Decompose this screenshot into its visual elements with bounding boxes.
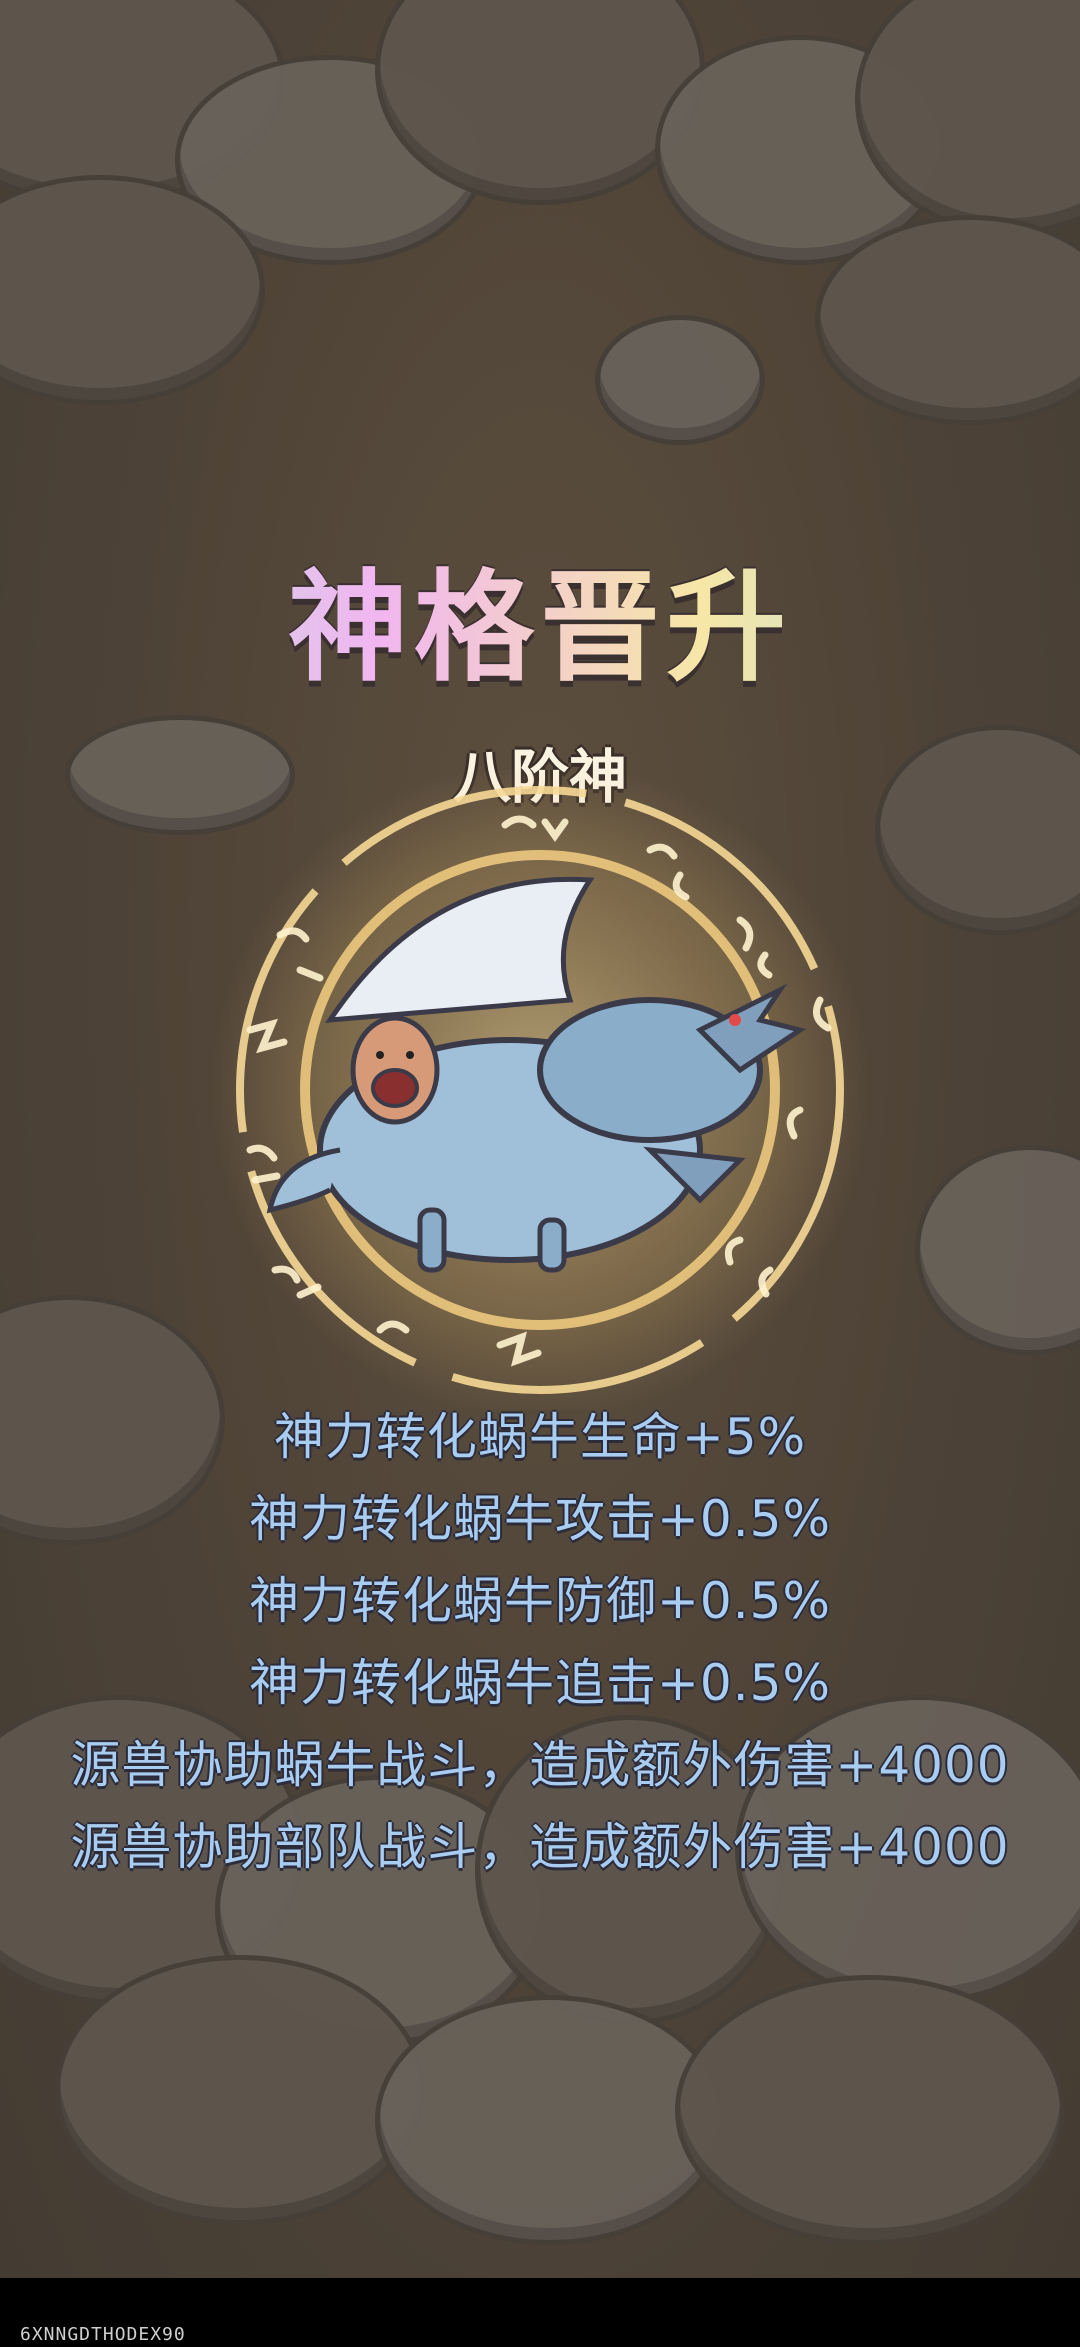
stat-line: 神力转化蜗牛生命+5%: [273, 1408, 807, 1466]
stat-line: 源兽协助部队战斗，造成额外伤害+4000: [70, 1818, 1010, 1876]
stat-line: 神力转化蜗牛追击+0.5%: [249, 1654, 831, 1712]
stat-line: 源兽协助蜗牛战斗，造成额外伤害+4000: [70, 1736, 1010, 1794]
stat-line: 神力转化蜗牛防御+0.5%: [249, 1572, 831, 1630]
dragon-god-emblem: [210, 770, 870, 1410]
stat-line: 神力转化蜗牛攻击+0.5%: [249, 1490, 831, 1548]
watermark-text: 6XNNGDTHODEX90: [20, 2324, 186, 2345]
page-title: 神格晋升: [0, 530, 1080, 704]
stat-bonus-list: 神力转化蜗牛生命+5% 神力转化蜗牛攻击+0.5% 神力转化蜗牛防御+0.5% …: [0, 1396, 1080, 1888]
